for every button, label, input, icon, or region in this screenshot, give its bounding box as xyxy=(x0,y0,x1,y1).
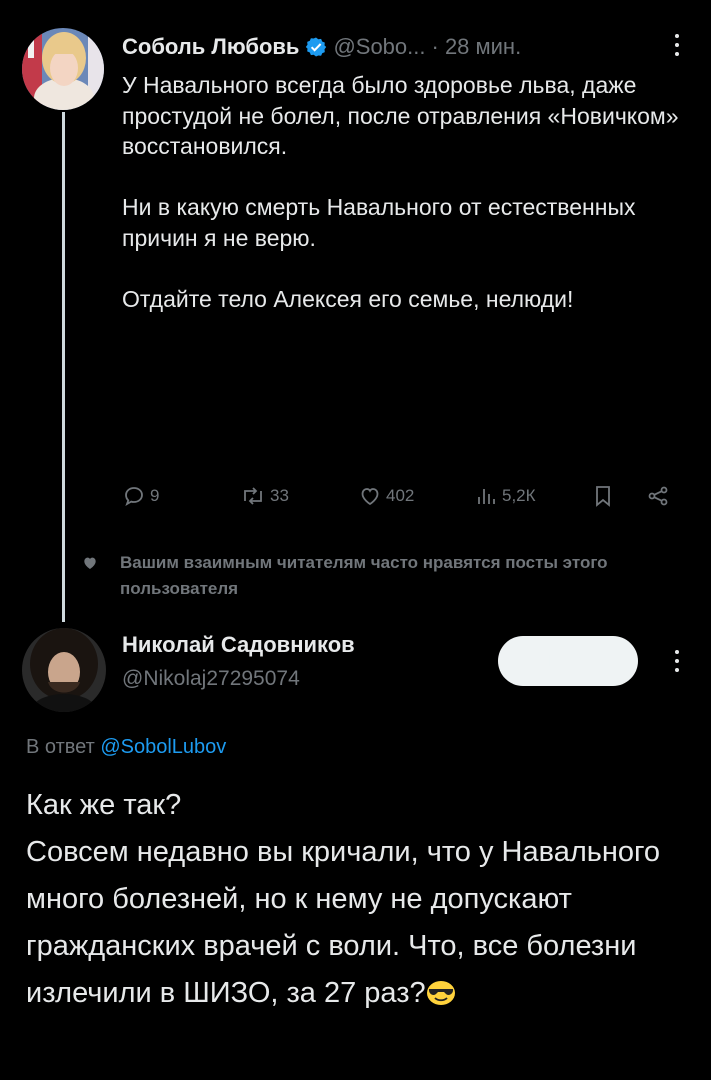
verified-badge-icon xyxy=(305,36,327,58)
author-name[interactable]: Соболь Любовь xyxy=(122,34,299,60)
share-button[interactable] xyxy=(646,478,670,514)
views-button[interactable]: 5,2К xyxy=(476,478,536,514)
reply-author-handle[interactable]: @Nikolaj27295074 xyxy=(122,667,300,691)
bookmark-button[interactable] xyxy=(592,478,614,514)
reply-author-name[interactable]: Николай Садовников xyxy=(122,632,355,658)
tweet-time[interactable]: · 28 мин. xyxy=(432,34,522,60)
reply-button[interactable]: 9 xyxy=(122,478,159,514)
reply-icon xyxy=(125,487,143,506)
follow-button[interactable]: Читать xyxy=(498,636,638,686)
more-options-icon[interactable] xyxy=(665,30,689,60)
heart-icon xyxy=(361,488,379,506)
reply-paragraph: Совсем недавно вы кричали, что у Навальн… xyxy=(26,836,661,1009)
reply-author-avatar-image xyxy=(22,628,106,712)
like-count: 402 xyxy=(386,486,415,505)
repost-count: 33 xyxy=(270,486,289,505)
share-icon xyxy=(648,486,668,506)
bookmark-icon xyxy=(596,486,610,507)
tweet-paragraph: У Навального всегда было здоровье льва, … xyxy=(122,72,679,159)
tweet-text: У Навального всегда было здоровье льва, … xyxy=(122,70,682,314)
reply-to-prefix: В ответ xyxy=(26,736,95,758)
sunglasses-emoji-icon xyxy=(426,981,455,1005)
reply-text: Как же так? Совсем недавно вы кричали, ч… xyxy=(26,782,696,1017)
like-button[interactable]: 402 xyxy=(358,478,414,514)
reply-count: 9 xyxy=(150,486,160,505)
reply-paragraph-with-emoji: Совсем недавно вы кричали, что у Навальн… xyxy=(26,829,696,1017)
reply-paragraph: Как же так? xyxy=(26,789,182,821)
tweet-header: Соболь Любовь @Sobo... · 28 мин. xyxy=(122,30,691,64)
reply-to-line: В ответ @SobolLubov xyxy=(26,736,226,759)
repost-icon xyxy=(244,487,262,505)
reply-to-mention[interactable]: @SobolLubov xyxy=(100,736,226,758)
thread-connector-line xyxy=(62,112,65,622)
reply-more-options-icon[interactable] xyxy=(665,646,689,676)
author-avatar-image xyxy=(22,28,104,110)
author-handle[interactable]: @Sobo... xyxy=(333,34,425,60)
repost-button[interactable]: 33 xyxy=(240,478,289,514)
reply-author-avatar[interactable] xyxy=(22,628,106,712)
heart-filled-icon xyxy=(84,557,96,569)
view-count: 5,2К xyxy=(502,486,536,505)
tweet-actions: 9 33 402 5,2К xyxy=(122,478,682,514)
social-context: Вашим взаимным читателям часто нравятся … xyxy=(82,550,700,602)
tweet-paragraph: Отдайте тело Алексея его семье, нелюди! xyxy=(122,285,574,312)
author-avatar[interactable] xyxy=(22,28,104,110)
social-context-text: Вашим взаимным читателям часто нравятся … xyxy=(120,553,608,598)
views-chart-icon xyxy=(478,489,495,504)
tweet-paragraph: Ни в какую смерть Навального от естестве… xyxy=(122,194,636,251)
